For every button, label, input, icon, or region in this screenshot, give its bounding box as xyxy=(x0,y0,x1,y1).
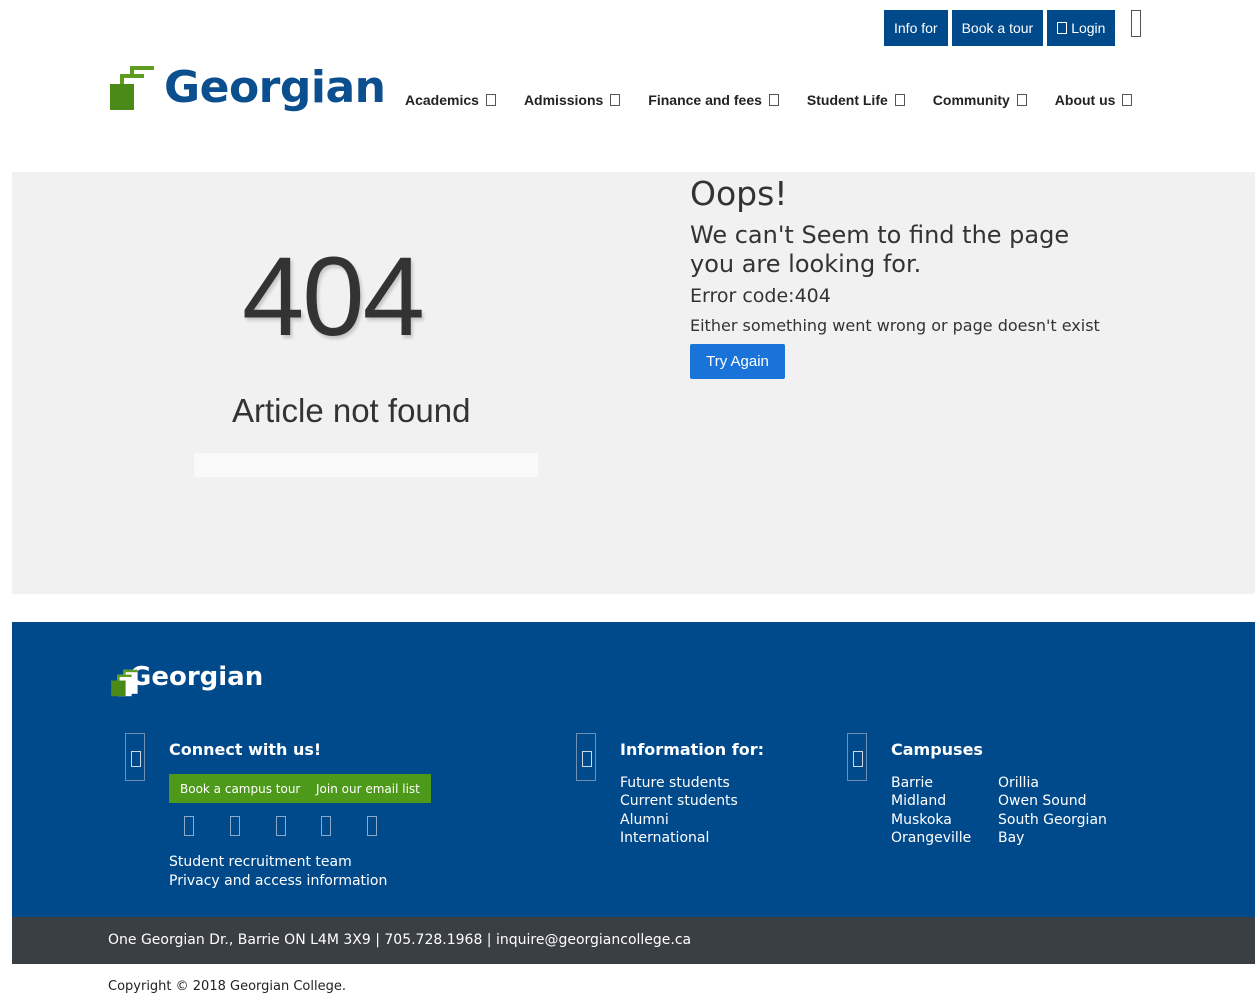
nav-admissions[interactable]: Admissions xyxy=(523,92,621,108)
login-icon xyxy=(1057,22,1068,34)
campus-link[interactable]: Bay xyxy=(998,829,1024,848)
facebook-icon[interactable] xyxy=(184,816,194,836)
connect-icon xyxy=(125,733,145,781)
logo-mark-icon xyxy=(110,669,138,697)
campuses-heading: Campuses xyxy=(891,740,983,759)
information-heading: Information for: xyxy=(620,740,764,759)
instagram-icon[interactable] xyxy=(276,816,286,836)
login-button[interactable]: Login xyxy=(1047,10,1116,46)
utility-bar: Info for Book a tour Login xyxy=(884,10,1142,46)
chevron-down-icon xyxy=(485,94,496,106)
book-campus-tour-button[interactable]: Book a campus tour xyxy=(169,774,312,803)
campus-link[interactable]: Orangeville xyxy=(891,829,971,848)
youtube-icon[interactable] xyxy=(321,816,331,836)
info-for-button[interactable]: Info for xyxy=(884,10,948,46)
chevron-down-icon xyxy=(768,94,779,106)
nav-student-life[interactable]: Student Life xyxy=(807,92,905,108)
error-detail: Either something went wrong or page does… xyxy=(690,316,1100,335)
chevron-down-icon xyxy=(1122,94,1133,106)
footer-link-current[interactable]: Current students xyxy=(620,792,738,811)
nav-community[interactable]: Community xyxy=(933,92,1027,108)
connect-heading: Connect with us! xyxy=(169,740,322,759)
logo-mark-icon xyxy=(108,64,158,112)
main-nav: Academics Admissions Finance and fees St… xyxy=(405,92,1133,108)
error-heading: Oops! xyxy=(690,174,788,213)
contact-address: One Georgian Dr., Barrie ON L4M 3X9 | 70… xyxy=(108,932,692,948)
campus-link[interactable]: Muskoka xyxy=(891,811,952,830)
footer-link-recruitment[interactable]: Student recruitment team xyxy=(169,853,352,872)
campus-icon xyxy=(847,733,867,781)
nav-label: Student Life xyxy=(806,92,888,108)
join-email-list-button[interactable]: Join our email list xyxy=(305,774,431,803)
campus-link[interactable]: Owen Sound xyxy=(998,792,1087,811)
linkedin-icon[interactable] xyxy=(367,816,377,836)
campus-link[interactable]: Orillia xyxy=(998,774,1039,793)
book-tour-button[interactable]: Book a tour xyxy=(951,10,1044,46)
nav-label: Academics xyxy=(405,92,479,108)
placeholder-bar xyxy=(194,453,538,477)
campus-link[interactable]: South Georgian xyxy=(998,811,1107,830)
article-not-found-text: Article not found xyxy=(232,392,471,429)
copyright-text: Copyright © 2018 Georgian College. xyxy=(108,979,346,994)
chevron-down-icon xyxy=(1016,94,1027,106)
footer-link-privacy[interactable]: Privacy and access information xyxy=(169,872,387,891)
error-message: We can't Seem to find the page you are l… xyxy=(690,221,1070,278)
search-icon[interactable] xyxy=(1131,10,1142,37)
twitter-icon[interactable] xyxy=(230,816,240,836)
site-logo[interactable]: Georgian xyxy=(108,62,386,113)
login-label: Login xyxy=(1071,20,1106,36)
try-again-button[interactable]: Try Again xyxy=(690,344,785,379)
nav-label: Finance and fees xyxy=(648,92,762,108)
information-icon xyxy=(576,733,596,781)
nav-about-us[interactable]: About us xyxy=(1055,92,1133,108)
error-code-graphic: 404 xyxy=(242,234,425,359)
footer-link-future[interactable]: Future students xyxy=(620,774,730,793)
nav-label: Admissions xyxy=(523,92,604,108)
footer-logo[interactable]: Georgian xyxy=(110,662,264,697)
logo-text: Georgian xyxy=(164,62,386,113)
footer-link-international[interactable]: International xyxy=(620,829,709,848)
nav-academics[interactable]: Academics xyxy=(405,92,496,108)
error-code-line: Error code:404 xyxy=(690,285,831,307)
nav-label: Community xyxy=(932,92,1010,108)
campus-link[interactable]: Midland xyxy=(891,792,946,811)
nav-label: About us xyxy=(1054,92,1116,108)
campus-link[interactable]: Barrie xyxy=(891,774,933,793)
chevron-down-icon xyxy=(894,94,905,106)
chevron-down-icon xyxy=(610,94,621,106)
footer-link-alumni[interactable]: Alumni xyxy=(620,811,669,830)
nav-finance[interactable]: Finance and fees xyxy=(648,92,779,108)
footer-logo-text: Georgian xyxy=(130,662,264,692)
